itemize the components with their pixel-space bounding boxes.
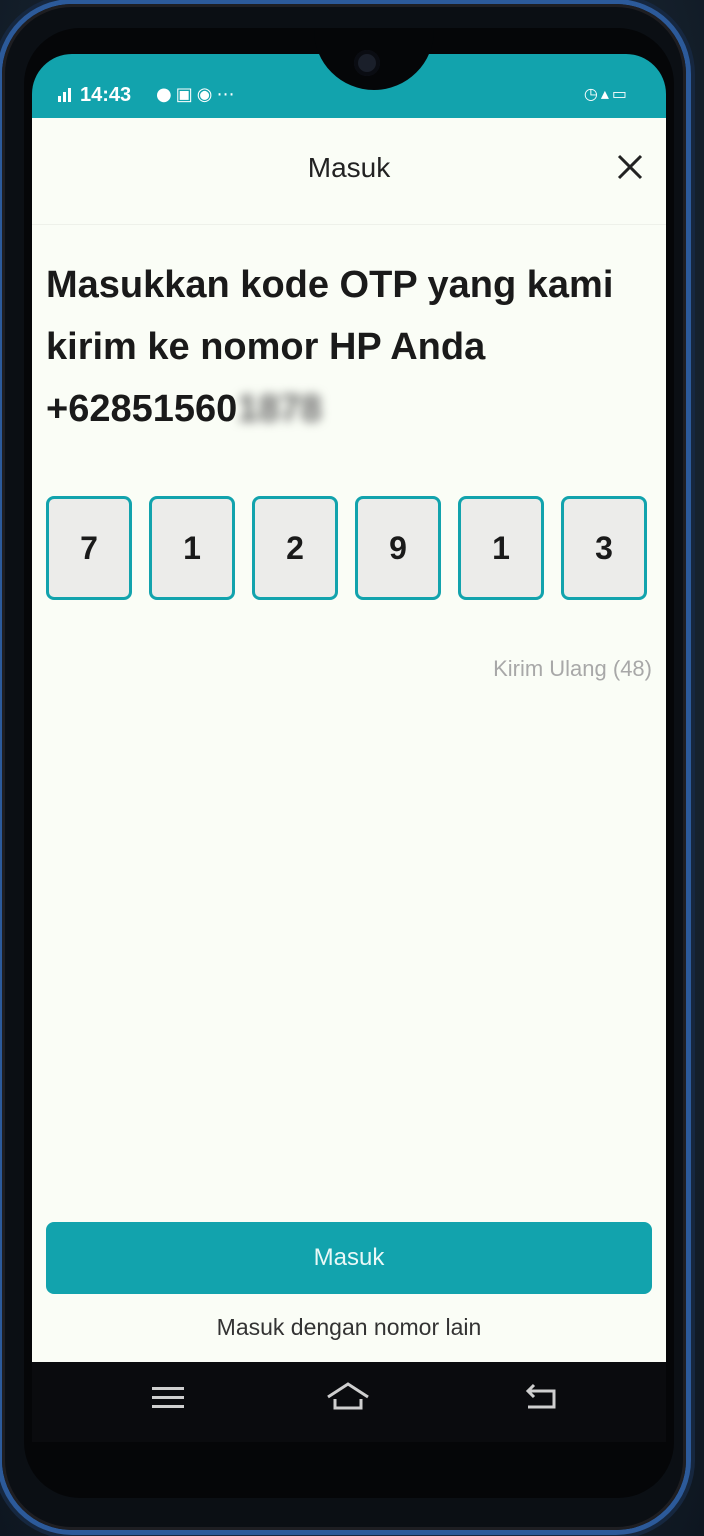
otp-instruction-text: Masukkan kode OTP yang kami kirim ke nom… — [46, 264, 614, 430]
navigation-bar — [32, 1362, 666, 1442]
otp-digit-4[interactable]: 9 — [355, 496, 441, 600]
camera-icon — [354, 50, 380, 76]
phone-device: 14:43 ●▣◉⋯ ◷▴▭ Masuk Masukkan kode OTP y… — [0, 0, 704, 1536]
record-icon: ◉ — [196, 84, 217, 105]
use-other-number-link[interactable]: Masuk dengan nomor lain — [32, 1314, 666, 1341]
status-time: 14:43 — [80, 84, 132, 106]
network-4g-icon: ▴ — [600, 84, 612, 103]
otp-digit-5[interactable]: 1 — [458, 496, 544, 600]
otp-screen: Masuk Masukkan kode OTP yang kami kirim … — [32, 118, 666, 1362]
home-button[interactable] — [318, 1380, 378, 1424]
back-button[interactable] — [512, 1380, 572, 1424]
otp-digit-6[interactable]: 3 — [561, 496, 647, 600]
more-icon: ⋯ — [216, 84, 239, 105]
close-button[interactable] — [610, 148, 650, 188]
phone-screen: 14:43 ●▣◉⋯ ◷▴▭ Masuk Masukkan kode OTP y… — [24, 28, 674, 1498]
phone-frame: 14:43 ●▣◉⋯ ◷▴▭ Masuk Masukkan kode OTP y… — [2, 4, 686, 1530]
battery-icon: ▭ — [611, 84, 630, 103]
otp-instruction: Masukkan kode OTP yang kami kirim ke nom… — [46, 254, 646, 440]
notification-icons: ●▣◉⋯ — [156, 84, 238, 105]
chat-icon: ● — [156, 84, 176, 105]
system-icons: ◷▴▭ — [584, 84, 630, 103]
back-icon — [524, 1383, 560, 1419]
otp-digit-2[interactable]: 1 — [149, 496, 235, 600]
resend-code-link[interactable]: Kirim Ulang (48) — [493, 656, 652, 682]
signal-icon — [58, 86, 76, 106]
otp-digit-1[interactable]: 7 — [46, 496, 132, 600]
close-icon — [616, 146, 644, 190]
menu-button[interactable] — [138, 1380, 198, 1424]
redacted-phone-digits: 1878 — [237, 388, 322, 430]
gallery-icon: ▣ — [175, 84, 197, 105]
otp-input-group: 7 1 2 9 1 3 — [46, 496, 652, 604]
otp-digit-3[interactable]: 2 — [252, 496, 338, 600]
alarm-icon: ◷ — [583, 84, 601, 103]
app-header: Masuk — [32, 118, 666, 225]
page-title: Masuk — [307, 152, 391, 183]
home-icon — [326, 1382, 370, 1419]
menu-icon — [152, 1384, 184, 1419]
submit-button[interactable]: Masuk — [46, 1222, 652, 1294]
